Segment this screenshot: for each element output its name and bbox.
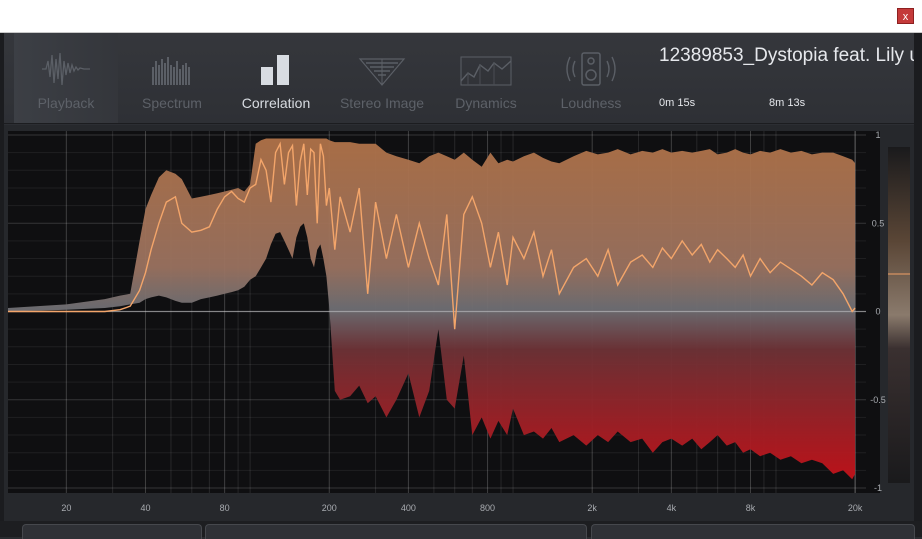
- track-title: 12389853_Dystopia feat. Lily u...: [659, 45, 914, 66]
- x-tick-label: 20k: [848, 503, 863, 513]
- bottom-panel-strip: [0, 521, 922, 539]
- x-tick-label: 400: [401, 503, 416, 513]
- tab-label: Dynamics: [455, 95, 517, 111]
- app-window: Playback Spectrum Correlation Stereo Ima…: [0, 33, 922, 537]
- tab-label: Playback: [37, 95, 95, 111]
- tab-spectrum[interactable]: Spectrum: [120, 33, 224, 123]
- spectrum-bars-icon: [120, 47, 224, 91]
- x-tick-label: 4k: [667, 503, 677, 513]
- speaker-icon: [539, 47, 643, 91]
- x-tick-label: 200: [322, 503, 337, 513]
- close-button[interactable]: x: [897, 8, 914, 24]
- tab-label: Loudness: [560, 95, 622, 111]
- y-tick-label: 0: [875, 307, 880, 317]
- tab-label: Spectrum: [142, 95, 202, 111]
- window-right-border: [914, 33, 922, 537]
- y-tick-label: 0.5: [872, 218, 885, 228]
- tab-dynamics[interactable]: Dynamics: [434, 33, 538, 123]
- toolbar: Playback Spectrum Correlation Stereo Ima…: [4, 33, 914, 124]
- dynamics-graph-icon: [434, 47, 538, 91]
- x-tick-label: 8k: [746, 503, 756, 513]
- tab-correlation[interactable]: Correlation: [224, 33, 328, 123]
- x-tick-label: 20: [61, 503, 71, 513]
- x-tick-label: 800: [480, 503, 495, 513]
- correlation-bars-icon: [224, 47, 328, 91]
- x-tick-label: 80: [220, 503, 230, 513]
- x-tick-label: 2k: [587, 503, 597, 513]
- y-tick-label: -0.5: [870, 395, 886, 405]
- elapsed-time: 0m 15s: [659, 97, 696, 109]
- track-duration: 8m 13s: [769, 97, 806, 109]
- window-titlebar: x: [0, 0, 922, 33]
- tab-stereo-image[interactable]: Stereo Image: [330, 33, 434, 123]
- x-tick-label: 40: [140, 503, 150, 513]
- correlation-plot[interactable]: 20 40 80 200 400 800 2k 4k 8k 20k 1 0.5 0 -0.5 -1: [4, 125, 914, 537]
- tab-label: Correlation: [241, 95, 311, 111]
- correlation-meter: [888, 147, 910, 483]
- stereo-image-icon: [330, 47, 434, 91]
- y-tick-label: -1: [874, 483, 882, 493]
- waveform-icon: [14, 47, 118, 91]
- y-tick-label: 1: [875, 130, 880, 140]
- tab-playback[interactable]: Playback: [14, 33, 118, 123]
- tab-loudness[interactable]: Loudness: [539, 33, 643, 123]
- tab-label: Stereo Image: [339, 95, 425, 111]
